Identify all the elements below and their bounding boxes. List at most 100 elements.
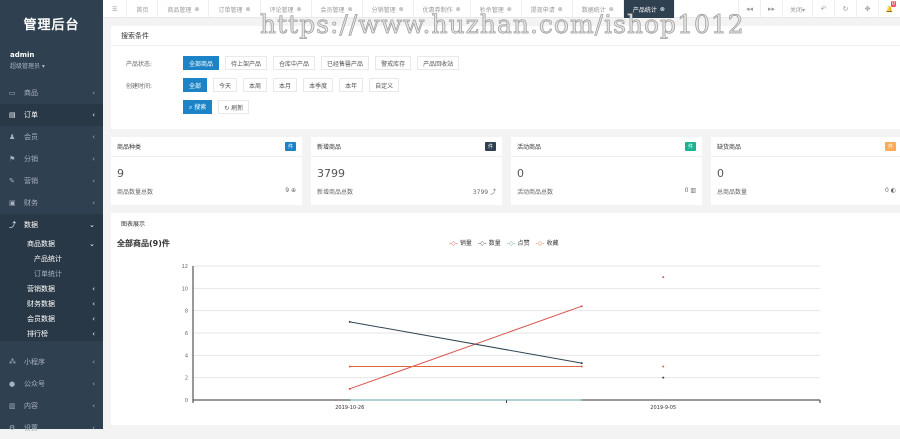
- sidebar-item[interactable]: ⚙ 设置 ‹: [0, 417, 103, 439]
- search-button[interactable]: ⌕ 搜索: [183, 100, 213, 114]
- stat-card: 活动商品 件 0 活动商品总数 0 ▥: [511, 137, 702, 205]
- tab-label: 订单管理: [218, 6, 243, 14]
- refresh-icon[interactable]: ↻: [834, 0, 856, 18]
- close-tab-icon[interactable]: ⊗: [609, 6, 614, 13]
- sidebar-item[interactable]: ✎ 营销 ‹: [0, 170, 103, 192]
- stat-card: 新增商品 件 3799 新增商品总数 3799 ⤴: [311, 137, 502, 205]
- time-filter-option[interactable]: 本周: [243, 78, 268, 92]
- sidebar-item-label: 内容: [24, 402, 38, 410]
- sidebar-item[interactable]: 产品统计: [0, 251, 103, 266]
- user-profile[interactable]: admin 超级管理员 ▾: [0, 51, 103, 70]
- close-tab-icon[interactable]: ⊗: [507, 6, 512, 13]
- sidebar-item[interactable]: ▭ 商品 ‹: [0, 82, 103, 104]
- card-tag: 件: [284, 142, 296, 151]
- close-tab-icon[interactable]: ⊗: [558, 6, 563, 13]
- card-tag: 件: [684, 142, 696, 151]
- close-tab-icon[interactable]: ⊗: [348, 6, 353, 13]
- chevron-icon: ‹: [92, 358, 95, 366]
- close-tab-icon[interactable]: ⊗: [245, 6, 250, 13]
- tab-3[interactable]: 评论管理 ⊗: [261, 0, 312, 18]
- status-filter-option[interactable]: 待上架产品: [225, 56, 268, 70]
- card-footer-value: 3799 ⤴: [472, 189, 496, 196]
- close-tab-icon[interactable]: ⊗: [456, 6, 461, 13]
- refresh-button[interactable]: ↻ 刷新: [218, 100, 250, 114]
- scroll-right-button[interactable]: ▸▸: [760, 0, 782, 18]
- sidebar-item-label: 营销数据: [27, 284, 55, 293]
- status-filter-option[interactable]: 产品回收站: [417, 56, 460, 70]
- time-filter-option[interactable]: 本季度: [303, 78, 334, 92]
- sidebar-item[interactable]: ▥ 内容 ‹: [0, 395, 103, 417]
- scroll-left-button[interactable]: ◂◂: [738, 0, 760, 18]
- back-icon[interactable]: ↶: [812, 0, 834, 18]
- card-footer: 总商品数量 0 ◐: [711, 180, 900, 196]
- card-footer-label: 商品数量总数: [117, 189, 154, 196]
- status-filter-option[interactable]: 全部商品: [183, 56, 220, 70]
- close-tab-icon[interactable]: ⊗: [297, 6, 302, 13]
- fullscreen-icon[interactable]: ✥: [856, 0, 878, 18]
- chevron-icon: ‹: [92, 89, 95, 97]
- tab-label: 商品管理: [167, 6, 192, 14]
- sidebar-item-label: 财务数据: [27, 299, 55, 308]
- card-value: 3799: [317, 167, 345, 180]
- tab-7[interactable]: 秒杀管理 ⊗: [471, 0, 522, 18]
- sidebar-item-label: 商品数据: [27, 239, 55, 248]
- sidebar-item[interactable]: 会员数据 ‹: [0, 311, 103, 326]
- tab-9[interactable]: 数据统计 ⊗: [573, 0, 624, 18]
- time-filter-option[interactable]: 自定义: [369, 78, 400, 92]
- time-filter-option[interactable]: 全部: [183, 78, 208, 92]
- tab-0[interactable]: 首页: [127, 0, 159, 18]
- notification-button[interactable]: 🔔 0: [878, 0, 900, 18]
- close-tab-icon[interactable]: ⊗: [660, 6, 665, 13]
- tab-1[interactable]: 商品管理 ⊗: [158, 0, 210, 18]
- user-role-dropdown[interactable]: 超级管理员 ▾: [10, 61, 93, 70]
- close-tab-icon[interactable]: ⊗: [194, 6, 199, 13]
- sidebar-item-label: 设置: [24, 424, 38, 432]
- close-tab-icon[interactable]: ⊗: [399, 6, 404, 13]
- time-filter-option[interactable]: 今天: [213, 78, 238, 92]
- card-value: 0: [517, 167, 524, 180]
- chevron-icon: ‹: [92, 133, 95, 141]
- time-filter-option[interactable]: 本年: [339, 78, 364, 92]
- close-tabs-dropdown[interactable]: 关闭▾: [782, 0, 812, 18]
- chevron-icon: ‹: [92, 155, 95, 163]
- tab-10[interactable]: 产品统计 ⊗: [623, 0, 675, 18]
- sidebar-item[interactable]: ⚑ 分销 ‹: [0, 148, 103, 170]
- tab-8[interactable]: 提现申请 ⊗: [522, 0, 573, 18]
- sidebar-item[interactable]: ♟ 会员 ‹: [0, 126, 103, 148]
- card-title: 活动商品: [517, 144, 542, 151]
- data-point: [348, 399, 351, 401]
- status-filter-option[interactable]: 仓库中产品: [273, 56, 316, 70]
- card-footer-label: 总商品数量: [717, 189, 748, 196]
- data-point: [662, 365, 665, 368]
- tab-label: 优惠券制作: [422, 6, 453, 14]
- status-filter-option[interactable]: 警戒库存: [375, 56, 412, 70]
- status-filter-option[interactable]: 已经售罄产品: [321, 56, 370, 70]
- tab-5[interactable]: 分销管理 ⊗: [363, 0, 414, 18]
- sidebar-item[interactable]: 财务数据 ‹: [0, 296, 103, 311]
- sidebar-item[interactable]: 营销数据 ‹: [0, 281, 103, 296]
- sidebar-item-label: 小程序: [24, 358, 45, 366]
- sidebar-item[interactable]: ▤ 订单 ‹: [0, 104, 103, 126]
- tab-4[interactable]: 会员管理 ⊗: [312, 0, 363, 18]
- menu-toggle-button[interactable]: ☰: [103, 0, 128, 18]
- sidebar-item[interactable]: ⁂ 小程序 ‹: [0, 351, 103, 373]
- sidebar-item[interactable]: ⤴ 数据 ⌄: [0, 214, 103, 236]
- sidebar-item[interactable]: 商品数据 ⌄: [0, 236, 103, 251]
- card-footer: 新增商品总数 3799 ⤴: [311, 180, 502, 196]
- tab-label: 分销管理: [371, 6, 396, 14]
- tab-label: 数据统计: [581, 6, 606, 14]
- tab-6[interactable]: 优惠券制作 ⊗: [414, 0, 471, 18]
- card-header: 活动商品 件: [511, 137, 702, 157]
- sidebar-item[interactable]: ● 公众号 ‹: [0, 373, 103, 395]
- sidebar-item[interactable]: 订单统计: [0, 266, 103, 281]
- chevron-icon: ‹: [92, 402, 95, 410]
- sidebar-item-label: 分销: [24, 155, 38, 163]
- card-footer-value: 0 ◐: [885, 187, 896, 194]
- sidebar-item[interactable]: 排行榜 ‹: [0, 326, 103, 341]
- top-bar: ☰ 首页 商品管理 ⊗ 订单管理 ⊗ 评论管理 ⊗ 会员管理 ⊗ 分销管理 ⊗ 优惠券制作 ⊗ 秒杀管理 ⊗…: [103, 0, 900, 18]
- tab-2[interactable]: 订单管理 ⊗: [209, 0, 261, 18]
- sidebar-item[interactable]: ▣ 财务 ‹: [0, 192, 103, 214]
- time-filter-option[interactable]: 本月: [273, 78, 298, 92]
- line-chart: 0 2 4 6 8 10 12 2019-10-26 2019-9-05: [182, 264, 821, 411]
- sidebar-item-label: 会员数据: [27, 314, 55, 323]
